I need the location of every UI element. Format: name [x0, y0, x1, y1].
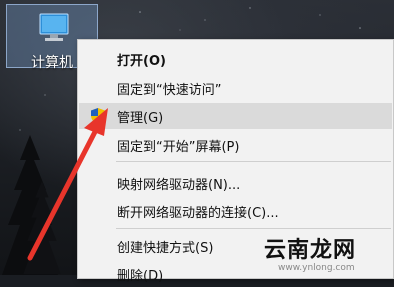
menu-item-label: 断开网络驱动器的连接(C)... — [117, 205, 279, 221]
menu-item-label: 固定到“开始”屏幕(P) — [117, 139, 240, 155]
menu-item-disconnect-network-drive[interactable]: 断开网络驱动器的连接(C)... — [79, 198, 392, 224]
menu-item-label: 映射网络驱动器(N)... — [117, 177, 241, 193]
computer-icon — [39, 13, 69, 41]
menu-item-pin-quick-access[interactable]: 固定到“快速访问” — [79, 75, 392, 101]
menu-item-label: 删除(D) — [117, 268, 164, 284]
tree-silhouette — [23, 180, 61, 275]
menu-item-label: 打开(O) — [117, 53, 166, 69]
menu-item-label: 创建快捷方式(S) — [117, 240, 214, 256]
menu-item-open[interactable]: 打开(O) — [79, 46, 392, 72]
menu-item-label: 管理(G) — [117, 110, 164, 126]
menu-item-map-network-drive[interactable]: 映射网络驱动器(N)... — [79, 170, 392, 196]
watermark-url: www.ynlong.com — [278, 263, 355, 273]
watermark-text: 云南龙网 — [264, 237, 357, 263]
menu-item-manage[interactable]: 管理(G) — [79, 103, 392, 129]
menu-separator — [116, 228, 391, 229]
menu-separator — [116, 161, 391, 162]
menu-item-pin-start[interactable]: 固定到“开始”屏幕(P) — [79, 132, 392, 158]
menu-item-label: 固定到“快速访问” — [117, 82, 222, 98]
uac-shield-icon — [91, 108, 105, 124]
